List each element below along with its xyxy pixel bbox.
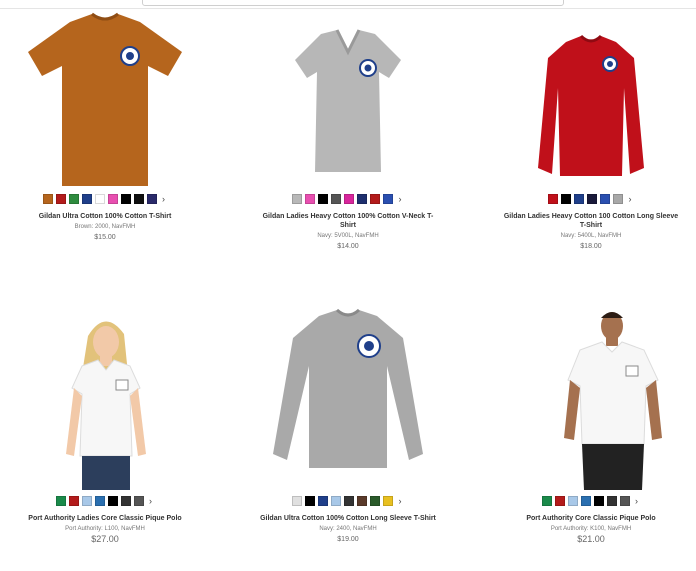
- color-swatch[interactable]: [541, 496, 552, 506]
- product-price: $14.00: [337, 243, 359, 250]
- product-image[interactable]: [0, 304, 210, 490]
- more-colors-icon[interactable]: ›: [147, 496, 155, 506]
- color-swatches: ›: [0, 194, 210, 204]
- product-title[interactable]: Gildan Ultra Cotton 100% Cotton Long Sle…: [258, 514, 438, 523]
- color-swatch[interactable]: [331, 496, 341, 506]
- color-swatch[interactable]: [331, 194, 341, 204]
- color-swatch[interactable]: [344, 496, 354, 506]
- color-swatch[interactable]: [600, 194, 610, 204]
- color-swatch[interactable]: [68, 194, 79, 204]
- more-colors-icon[interactable]: ›: [626, 194, 634, 204]
- color-swatch[interactable]: [68, 496, 79, 506]
- product-sku: Port Authority: K100, NavFMH: [550, 526, 632, 532]
- product-title[interactable]: Gildan Ladies Heavy Cotton 100 Cotton Lo…: [501, 212, 681, 230]
- color-swatch[interactable]: [567, 496, 578, 506]
- color-swatch[interactable]: [94, 194, 105, 204]
- product-card[interactable]: › Gildan Ultra Cotton 100% Cotton Long S…: [243, 304, 453, 544]
- product-title[interactable]: Gildan Ladies Heavy Cotton 100% Cotton V…: [258, 212, 438, 230]
- color-swatch[interactable]: [305, 194, 315, 204]
- color-swatch[interactable]: [606, 496, 617, 506]
- color-swatches: ›: [243, 194, 453, 204]
- color-swatch[interactable]: [318, 194, 328, 204]
- color-swatch[interactable]: [619, 496, 630, 506]
- color-swatch[interactable]: [613, 194, 623, 204]
- product-image[interactable]: [0, 8, 210, 188]
- color-swatch[interactable]: [55, 496, 66, 506]
- color-swatch[interactable]: [81, 194, 92, 204]
- color-swatches: ›: [486, 496, 696, 506]
- more-colors-icon[interactable]: ›: [160, 194, 168, 204]
- product-sku: Navy: 2400, NavFMH: [319, 526, 377, 532]
- color-swatch[interactable]: [133, 496, 144, 506]
- product-card[interactable]: › Gildan Ladies Heavy Cotton 100 Cotton …: [486, 8, 696, 251]
- product-image[interactable]: [243, 8, 453, 188]
- product-price: $18.00: [580, 243, 602, 250]
- product-card[interactable]: › Port Authority Ladies Core Classic Piq…: [0, 304, 210, 544]
- search-bar[interactable]: [142, 0, 564, 6]
- color-swatch[interactable]: [561, 194, 571, 204]
- product-price: $21.00: [577, 534, 605, 544]
- color-swatch[interactable]: [133, 194, 144, 204]
- product-price: $27.00: [91, 534, 119, 544]
- product-title[interactable]: Gildan Ultra Cotton 100% Cotton T-Shirt: [15, 212, 195, 221]
- color-swatch[interactable]: [574, 194, 584, 204]
- product-image[interactable]: [486, 304, 696, 490]
- color-swatch[interactable]: [146, 194, 157, 204]
- product-card[interactable]: › Port Authority Core Classic Pique Polo…: [486, 304, 696, 544]
- product-price: $15.00: [94, 234, 116, 241]
- product-title[interactable]: Port Authority Core Classic Pique Polo: [501, 514, 681, 523]
- product-card[interactable]: › Gildan Ladies Heavy Cotton 100% Cotton…: [243, 8, 453, 251]
- product-sku: Navy: 5V00L, NavFMH: [317, 233, 379, 239]
- color-swatch[interactable]: [357, 194, 367, 204]
- more-colors-icon[interactable]: ›: [396, 496, 404, 506]
- product-image[interactable]: [243, 304, 453, 490]
- color-swatch[interactable]: [383, 194, 393, 204]
- product-sku: Brown: 2000, NavFMH: [74, 224, 136, 230]
- color-swatches: ›: [486, 194, 696, 204]
- product-sku: Navy: 5400L, NavFMH: [560, 233, 622, 239]
- color-swatch[interactable]: [120, 194, 131, 204]
- color-swatch[interactable]: [370, 194, 380, 204]
- color-swatch[interactable]: [548, 194, 558, 204]
- color-swatches: ›: [243, 496, 453, 506]
- color-swatch[interactable]: [554, 496, 565, 506]
- more-colors-icon[interactable]: ›: [633, 496, 641, 506]
- color-swatch[interactable]: [318, 496, 328, 506]
- color-swatch[interactable]: [107, 194, 118, 204]
- color-swatch[interactable]: [593, 496, 604, 506]
- product-price: $19.00: [337, 536, 359, 543]
- color-swatch[interactable]: [580, 496, 591, 506]
- color-swatch[interactable]: [587, 194, 597, 204]
- color-swatch[interactable]: [357, 496, 367, 506]
- color-swatch[interactable]: [383, 496, 393, 506]
- color-swatch[interactable]: [344, 194, 354, 204]
- color-swatch[interactable]: [42, 194, 53, 204]
- color-swatches: ›: [0, 496, 210, 506]
- product-title[interactable]: Port Authority Ladies Core Classic Pique…: [15, 514, 195, 523]
- product-image[interactable]: [486, 8, 696, 188]
- color-swatch[interactable]: [370, 496, 380, 506]
- product-card[interactable]: › Gildan Ultra Cotton 100% Cotton T-Shir…: [0, 8, 210, 242]
- color-swatch[interactable]: [81, 496, 92, 506]
- product-sku: Port Authority: L100, NavFMH: [65, 526, 145, 532]
- more-colors-icon[interactable]: ›: [396, 194, 404, 204]
- color-swatch[interactable]: [120, 496, 131, 506]
- color-swatch[interactable]: [305, 496, 315, 506]
- color-swatch[interactable]: [55, 194, 66, 204]
- color-swatch[interactable]: [94, 496, 105, 506]
- color-swatch[interactable]: [292, 496, 302, 506]
- color-swatch[interactable]: [292, 194, 302, 204]
- color-swatch[interactable]: [107, 496, 118, 506]
